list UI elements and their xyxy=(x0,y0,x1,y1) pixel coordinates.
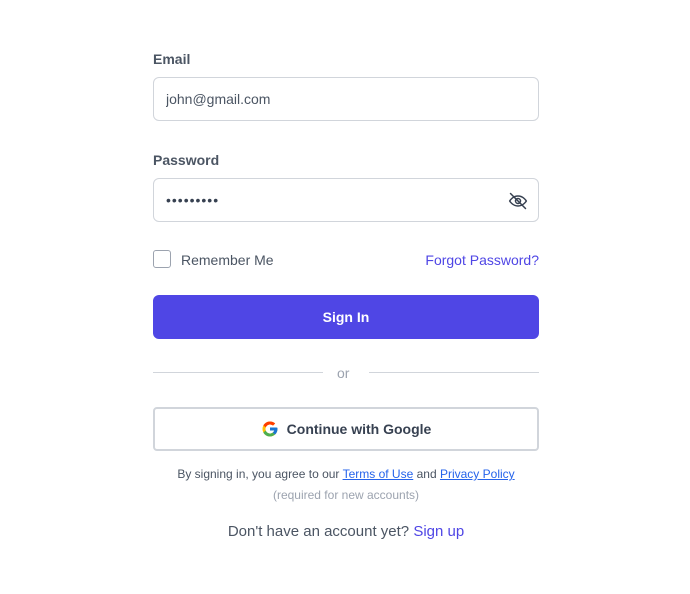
google-button-label: Continue with Google xyxy=(286,421,432,437)
password-field[interactable]: ••••••••• xyxy=(153,178,539,222)
terms-of-use-link[interactable]: Terms of Use xyxy=(343,467,414,481)
remember-me-label: Remember Me xyxy=(181,252,274,268)
email-label: Email xyxy=(153,51,191,67)
sign-in-button[interactable]: Sign In xyxy=(153,295,539,339)
remember-me-checkbox[interactable] xyxy=(153,250,171,268)
terms-notice: By signing in, you agree to our Terms of… xyxy=(153,467,539,481)
google-logo-icon xyxy=(261,420,279,438)
divider-right xyxy=(369,372,539,373)
terms-note: (required for new accounts) xyxy=(272,488,420,502)
divider-or-text: or xyxy=(337,365,350,381)
divider-left xyxy=(153,372,323,373)
forgot-password-link[interactable]: Forgot Password? xyxy=(425,252,539,268)
privacy-policy-link[interactable]: Privacy Policy xyxy=(440,467,515,481)
email-field[interactable] xyxy=(153,77,539,121)
signup-prompt: Don't have an account yet? xyxy=(227,523,410,540)
password-masked-value: ••••••••• xyxy=(166,192,220,208)
terms-prefix: By signing in, you agree to our xyxy=(177,467,340,481)
password-label: Password xyxy=(153,152,220,168)
continue-with-google-button[interactable]: Continue with Google xyxy=(153,407,539,451)
sign-up-link[interactable]: Sign up xyxy=(413,523,464,540)
signup-row: Don't have an account yet? Sign up xyxy=(153,523,539,540)
terms-and: and xyxy=(416,467,437,481)
eye-off-icon[interactable] xyxy=(507,190,529,212)
